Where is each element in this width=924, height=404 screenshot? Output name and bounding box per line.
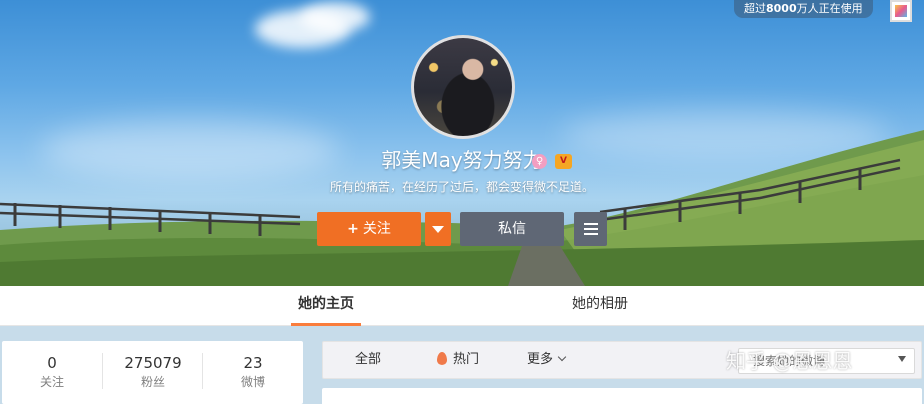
chevron-down-icon: [557, 352, 567, 362]
filter-hot-label: 热门: [453, 352, 480, 367]
feed-card: [322, 388, 922, 404]
more-options-button[interactable]: [574, 212, 607, 246]
female-icon: ♀: [532, 154, 547, 169]
profile-name: 郭美May努力努力: [381, 148, 543, 172]
stat-posts-count: 23: [243, 354, 263, 372]
stat-following-label: 关注: [39, 375, 64, 389]
tab-album[interactable]: 她的相册: [560, 286, 640, 326]
filter-more-label: 更多: [527, 352, 554, 367]
stat-followers-label: 粉丝: [140, 375, 165, 389]
qr-code-icon[interactable]: [890, 0, 912, 22]
filter-hot[interactable]: 热门: [437, 342, 479, 378]
follow-dropdown-button[interactable]: [425, 212, 451, 246]
stat-following[interactable]: 0 关注: [2, 341, 102, 404]
profile-cover: 超过8000万人正在使用 郭美May努力努力 ♀ V 所有的痛苦，在经历了过后，…: [0, 0, 924, 286]
tab-home[interactable]: 她的主页: [291, 286, 361, 326]
usage-badge-prefix: 超过: [744, 2, 766, 15]
follow-label: 关注: [362, 221, 391, 237]
watermark: 知乎 @恩恩恩: [726, 349, 853, 373]
filter-all[interactable]: 全部: [355, 342, 381, 378]
stat-posts[interactable]: 23 微博: [203, 341, 303, 404]
message-button[interactable]: 私信: [460, 212, 564, 246]
profile-tabs: 她的主页 她的相册: [0, 286, 924, 326]
avatar[interactable]: [411, 35, 515, 139]
search-dropdown-icon[interactable]: [898, 356, 906, 362]
stat-followers[interactable]: 275079 粉丝: [103, 341, 203, 404]
menu-icon: [583, 220, 598, 238]
plus-icon: +: [347, 221, 359, 237]
usage-badge: 超过8000万人正在使用: [734, 0, 873, 18]
caret-down-icon: [432, 225, 444, 233]
fire-icon: [437, 352, 447, 365]
stat-followers-count: 275079: [124, 354, 182, 372]
filter-more[interactable]: 更多: [527, 342, 567, 378]
vip-badge-icon[interactable]: V: [555, 154, 572, 169]
usage-badge-number: 8000: [766, 2, 797, 15]
usage-badge-suffix: 万人正在使用: [796, 2, 863, 15]
profile-bio: 所有的痛苦，在经历了过后，都会变得微不足道。: [329, 180, 594, 194]
follow-button[interactable]: + 关注: [317, 212, 421, 246]
stat-following-count: 0: [47, 354, 57, 372]
stat-posts-label: 微博: [240, 375, 265, 389]
stats-card: 0 关注 275079 粉丝 23 微博: [2, 341, 303, 404]
